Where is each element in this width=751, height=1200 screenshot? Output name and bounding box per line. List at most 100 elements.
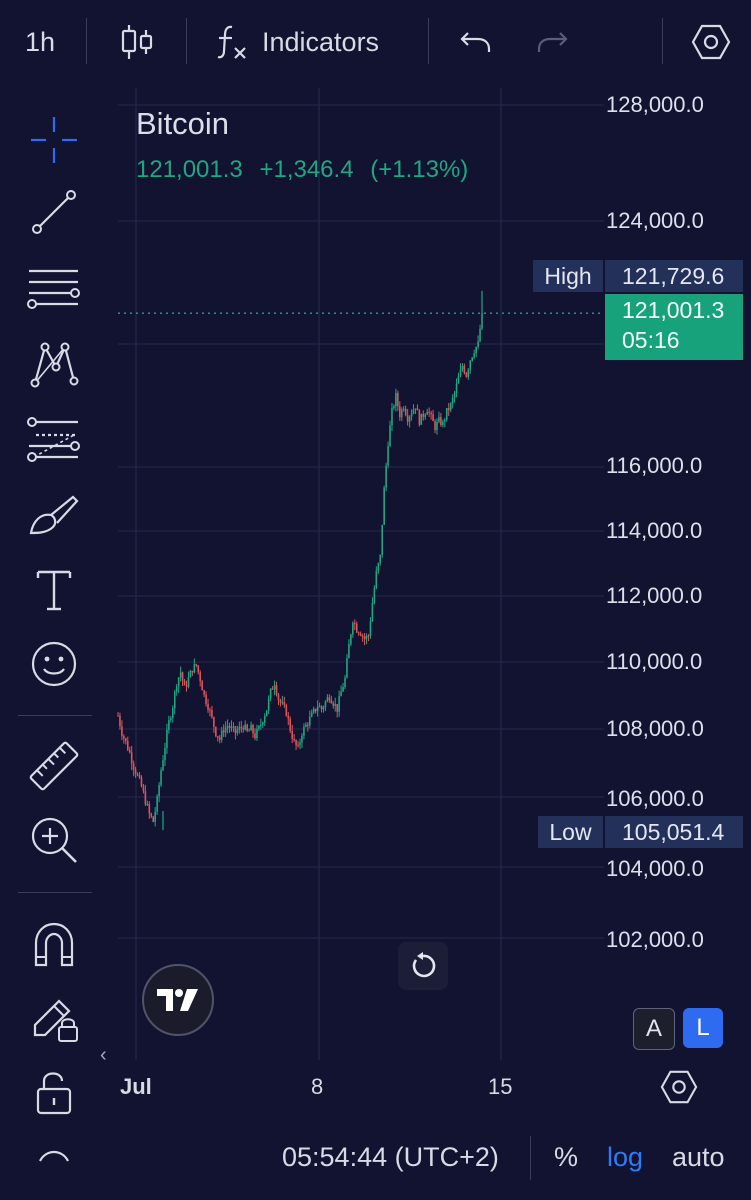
candle-body — [121, 726, 123, 737]
candle-body — [232, 726, 235, 728]
candle-body — [267, 698, 270, 711]
candle-body — [363, 636, 366, 640]
low-value-tag: 105,051.4 — [605, 816, 743, 848]
chart-pane[interactable]: Bitcoin 121,001.3 +1,346.4 (+1.13%) 128,… — [0, 0, 751, 1200]
candle-body — [467, 369, 470, 377]
candle-body — [226, 726, 229, 728]
candle-body — [246, 724, 248, 731]
candle-body — [125, 738, 127, 742]
candle-body — [402, 408, 405, 410]
candle-body — [134, 769, 137, 775]
time-scale-settings-button[interactable] — [660, 1068, 698, 1111]
candle-body — [445, 408, 448, 420]
candle-body — [195, 664, 198, 666]
price-label: 102,000.0 — [606, 927, 704, 952]
candle-body — [387, 446, 389, 466]
candle-body — [453, 392, 456, 398]
candle-body — [465, 372, 468, 377]
candle-body — [318, 706, 321, 708]
candle-body — [393, 406, 395, 408]
tradingview-logo[interactable] — [142, 964, 214, 1036]
candle-body — [217, 736, 219, 738]
candle-body — [408, 416, 411, 422]
current-price-value: 121,001.3 — [622, 297, 725, 323]
candle-body — [299, 742, 301, 746]
candle-body — [171, 708, 174, 719]
candle-body — [469, 360, 472, 370]
candle-body — [320, 706, 323, 710]
candle-body — [375, 570, 378, 588]
candle-body — [475, 346, 477, 354]
candle-body — [314, 708, 317, 712]
quote-line: 121,001.3 +1,346.4 (+1.13%) — [136, 156, 478, 184]
candle-body — [224, 727, 227, 733]
candle-body — [373, 587, 376, 603]
candle-body — [256, 728, 258, 739]
clock-timezone[interactable]: 05:54:44 (UTC+2) — [282, 1142, 499, 1173]
auto-toggle[interactable]: auto — [672, 1142, 725, 1173]
candle-body — [291, 730, 293, 739]
candle-body — [252, 724, 254, 734]
last-price: 121,001.3 — [136, 156, 243, 183]
candle-body — [197, 665, 200, 673]
candle-body — [359, 633, 362, 636]
candle-body — [152, 816, 155, 822]
candle-body — [166, 729, 168, 749]
log-scale-l-button[interactable]: L — [683, 1008, 723, 1048]
candle-body — [451, 397, 454, 404]
candle-body — [164, 748, 166, 761]
candle-body — [442, 421, 444, 426]
candle-body — [258, 726, 260, 729]
time-label: Jul — [120, 1074, 152, 1099]
candle-body — [177, 677, 180, 687]
candle-body — [481, 313, 483, 329]
candle-body — [369, 621, 372, 636]
scroll-left-icon[interactable]: ‹ — [100, 1044, 107, 1067]
candle-body — [218, 737, 221, 740]
reset-chart-button[interactable] — [398, 942, 448, 990]
candle-body — [342, 687, 344, 692]
candle-body — [240, 726, 243, 728]
auto-scale-a-button[interactable]: A — [633, 1008, 675, 1050]
candle-body — [447, 408, 450, 411]
candle-body — [126, 741, 129, 751]
symbol-name: Bitcoin — [136, 106, 230, 141]
candle-body — [138, 775, 141, 778]
candle-body — [230, 726, 233, 729]
candle-body — [312, 708, 315, 713]
candle-body — [301, 735, 303, 743]
candle-body — [424, 414, 427, 417]
candle-body — [457, 376, 460, 384]
candle-body — [397, 393, 399, 407]
candle-body — [416, 408, 419, 411]
candle-body — [332, 703, 335, 706]
candle-body — [220, 730, 223, 740]
candle-body — [181, 672, 184, 681]
candle-body — [305, 724, 307, 727]
bottom-bar: 05:54:44 (UTC+2) % log auto — [0, 1128, 751, 1200]
candle-body — [389, 425, 391, 447]
candle-body — [434, 421, 436, 430]
candle-body — [310, 712, 313, 717]
candle-body — [262, 722, 264, 725]
candle-body — [136, 774, 139, 776]
a-label: A — [645, 1015, 662, 1042]
reset-icon — [412, 952, 436, 978]
log-toggle[interactable]: log — [607, 1142, 643, 1173]
candle-body — [285, 705, 288, 716]
candle-body — [201, 681, 203, 691]
price-label: 112,000.0 — [606, 583, 703, 608]
candle-body — [406, 414, 409, 422]
candle-body — [156, 796, 158, 812]
candle-body — [185, 685, 188, 687]
candle-body — [340, 691, 342, 697]
price-label: 128,000.0 — [606, 92, 704, 117]
candle-body — [254, 733, 256, 739]
candle-body — [170, 718, 172, 721]
candle-body — [479, 328, 481, 342]
percent-toggle[interactable]: % — [554, 1142, 578, 1173]
candle-body — [213, 717, 215, 727]
candle-body — [132, 763, 135, 770]
candle-body — [420, 413, 423, 425]
candle-body — [248, 730, 250, 732]
